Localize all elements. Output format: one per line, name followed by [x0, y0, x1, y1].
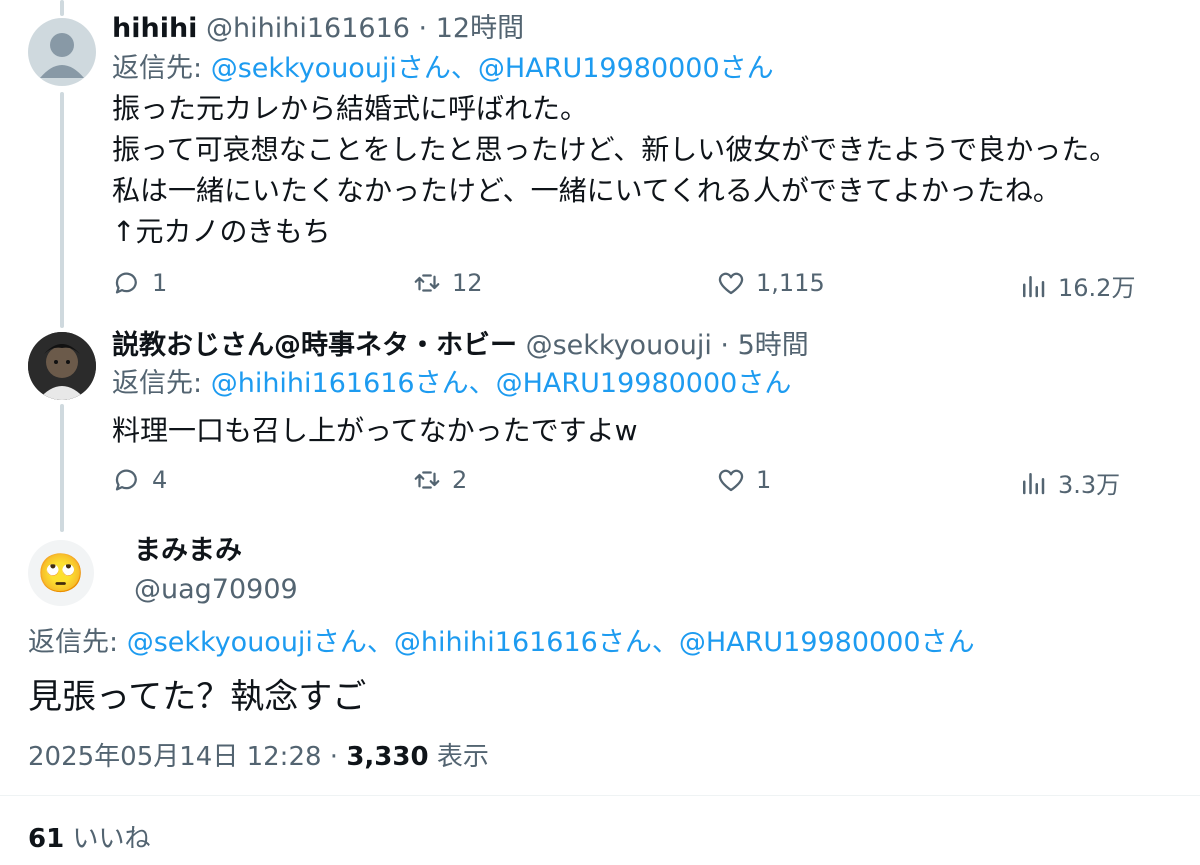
thread-line-1 [60, 92, 64, 328]
timestamp[interactable]: · 12時間 [419, 13, 525, 44]
reply-icon [115, 469, 137, 491]
reply-to-mentions[interactable]: @hihihi161616さん、@HARU19980000さん [211, 368, 792, 399]
reply-icon [115, 272, 137, 294]
rolling-eyes-emoji-icon: 🙄 [37, 551, 85, 595]
tweet-date[interactable]: 2025年05月14日 12:28 [28, 742, 322, 772]
divider [0, 795, 1200, 796]
views-chart-icon [1023, 472, 1045, 494]
main-tweet-text: 見張ってた？執念すご [28, 677, 367, 717]
retweet-icon [414, 274, 440, 292]
reply-to-label: 返信先: [28, 627, 119, 658]
user-handle[interactable]: @uag70909 [134, 573, 298, 607]
tweet-meta: 2025年05月14日 12:28 · 3,330 表示 [28, 740, 489, 774]
views-button[interactable]: 3.3万 [1018, 465, 1120, 500]
tweet-actions: 4 2 1 3.3万 [112, 465, 1172, 499]
thread-line-2 [60, 404, 64, 532]
tweet-header: hihihi @hihihi161616 · 12時間 [112, 12, 524, 46]
retweet-count: 2 [452, 466, 468, 494]
like-button[interactable]: 1 [716, 465, 771, 495]
heart-icon [718, 272, 744, 295]
tweet-text-line: 振って可哀想なことをしたと思ったけど、新しい彼女ができたようで良かった。 [112, 133, 1118, 166]
avatar-default[interactable] [28, 18, 96, 86]
retweet-icon [414, 471, 440, 489]
illustrated-avatar-icon [28, 332, 96, 400]
view-label: 表示 [436, 742, 489, 772]
reply-to-label: 返信先: [112, 368, 203, 399]
tweet-text: 料理一口も召し上がってなかったですよw [112, 410, 638, 451]
reply-count: 1 [152, 269, 168, 297]
retweet-button[interactable]: 2 [412, 465, 467, 495]
retweet-button[interactable]: 12 [412, 268, 483, 298]
like-button[interactable]: 1,115 [716, 268, 825, 298]
user-handle[interactable]: @sekkyououji [526, 330, 712, 361]
likes-label: いいね [72, 824, 151, 854]
thread-line-top [60, 0, 64, 16]
views-button[interactable]: 16.2万 [1018, 268, 1135, 303]
avatar-emoji[interactable]: 🙄 [28, 540, 94, 606]
tweet-actions: 1 12 1,115 16.2万 [112, 268, 1172, 302]
tweet-text-line: 私は一緒にいたくなかったけど、一緒にいてくれる人ができてよかったね。 [112, 174, 1061, 207]
timestamp[interactable]: · 5時間 [720, 330, 808, 361]
reply-to-line: 返信先: @sekkyououjiさん、@HARU19980000さん [112, 52, 774, 86]
likes-count: 61 [28, 824, 65, 854]
views-count: 3.3万 [1058, 471, 1121, 499]
reply-button[interactable]: 1 [112, 268, 167, 298]
display-name[interactable]: 説教おじさん@時事ネタ・ホビー [112, 330, 517, 361]
default-avatar-icon [40, 33, 84, 78]
tweet-text-line: 振った元カレから結婚式に呼ばれた。 [112, 92, 589, 125]
reply-to-mentions[interactable]: @sekkyououjiさん、@hihihi161616さん、@HARU1998… [127, 627, 975, 658]
reply-to-line: 返信先: @sekkyououjiさん、@hihihi161616さん、@HAR… [28, 626, 975, 660]
display-name[interactable]: まみまみ [134, 534, 242, 568]
reply-to-mentions[interactable]: @sekkyououjiさん、@HARU19980000さん [211, 53, 774, 84]
meta-separator: · [329, 742, 339, 772]
views-count: 16.2万 [1058, 274, 1136, 302]
display-name[interactable]: hihihi [112, 13, 197, 44]
tweet-header: 説教おじさん@時事ネタ・ホビー @sekkyououji · 5時間 [112, 329, 809, 363]
tweet-text-line: 料理一口も召し上がってなかったですよw [112, 414, 638, 447]
tweet-text: 振った元カレから結婚式に呼ばれた。 振って可哀想なことをしたと思ったけど、新しい… [112, 88, 1117, 252]
reply-button[interactable]: 4 [112, 465, 167, 495]
reply-to-line: 返信先: @hihihi161616さん、@HARU19980000さん [112, 367, 791, 401]
likes-summary[interactable]: 61 いいね [28, 822, 150, 856]
avatar-illustration[interactable] [28, 332, 96, 400]
like-count: 1 [756, 466, 772, 494]
like-count: 1,115 [756, 269, 825, 297]
views-chart-icon [1023, 275, 1045, 297]
reply-to-label: 返信先: [112, 53, 203, 84]
heart-icon [718, 469, 744, 492]
tweet-text-line: ↑元カノのきもち [112, 215, 331, 248]
user-handle[interactable]: @hihihi161616 [206, 13, 410, 44]
view-count: 3,330 [346, 742, 429, 772]
reply-count: 4 [152, 466, 168, 494]
retweet-count: 12 [452, 269, 483, 297]
